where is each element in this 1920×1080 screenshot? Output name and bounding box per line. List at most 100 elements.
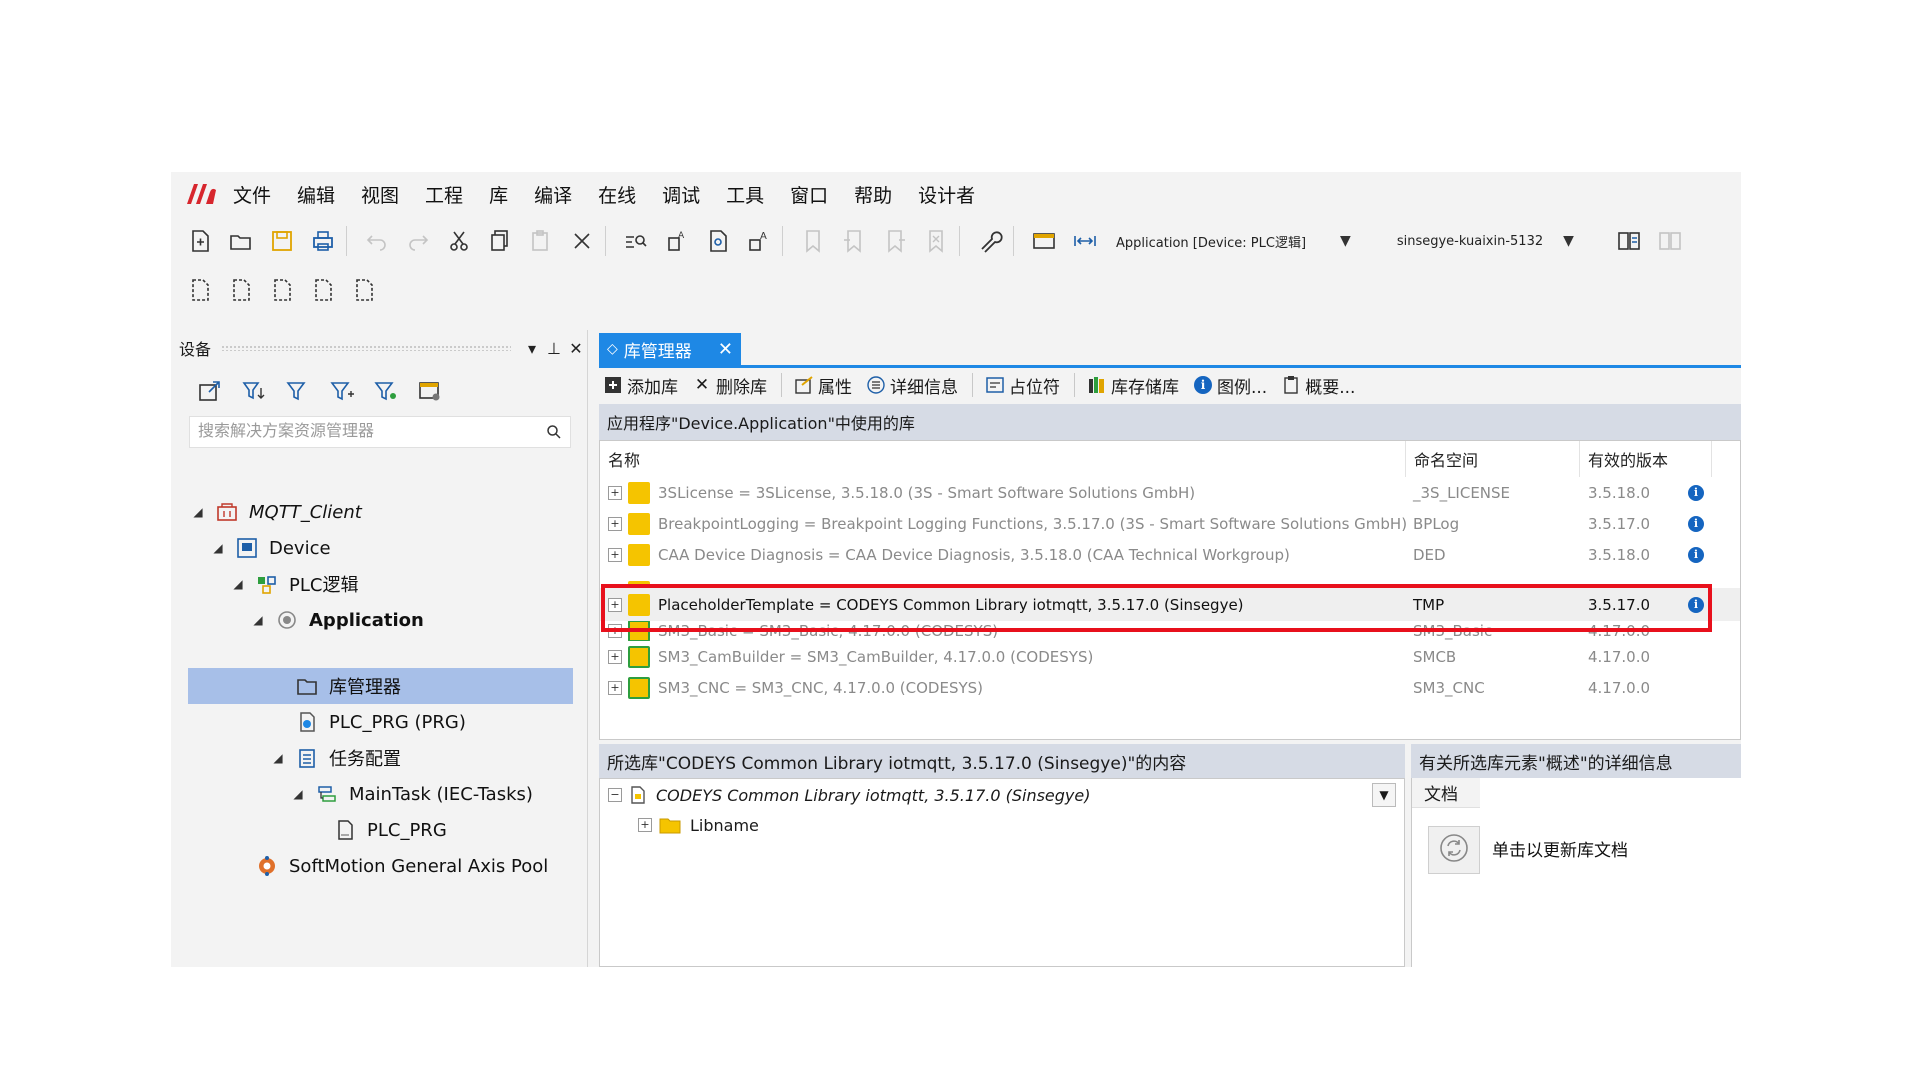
legend-button[interactable]: i 图例... [1193,373,1267,398]
expand-plus-icon[interactable]: + [608,485,622,500]
summary-button[interactable]: 概要... [1281,373,1355,398]
dashed-page-icon[interactable] [347,273,381,307]
tree-node-main-task[interactable]: ◢ MainTask (IEC-Tasks) [289,776,533,812]
menu-project[interactable]: 工程 [425,181,463,208]
menu-library[interactable]: 库 [489,181,508,208]
tree-node-axis-pool[interactable]: SoftMotion General Axis Pool [255,848,548,884]
expand-plus-icon[interactable]: + [608,516,622,531]
settings-window-icon[interactable] [413,374,447,408]
delete-library-button[interactable]: ✕ 删除库 [692,373,767,398]
collapse-arrow-icon[interactable]: ◢ [249,613,267,627]
copy-icon[interactable] [483,224,517,258]
menu-debug[interactable]: 调试 [662,181,700,208]
library-row-3slicense[interactable]: + 3SLicense = 3SLicense, 3.5.18.0 (3S - … [600,477,1740,508]
tree-node-device[interactable]: ◢ Device [209,530,330,566]
filter-green-icon[interactable] [369,374,403,408]
dashed-page-icon[interactable] [265,273,299,307]
tree-node-library-manager[interactable]: 库管理器 [295,668,401,704]
delete-icon[interactable] [565,224,599,258]
tree-node-task-plc-prg[interactable]: PLC_PRG [333,812,447,848]
expand-plus-icon[interactable]: + [638,818,652,832]
tree-node-plc-prg[interactable]: PLC_PRG (PRG) [295,704,466,740]
menu-edit[interactable]: 编辑 [297,181,335,208]
info-icon[interactable]: i [1688,484,1704,501]
tab-documentation[interactable]: 文档 [1412,778,1480,808]
bookmark-prev-icon[interactable] [837,224,871,258]
search-input[interactable] [190,422,538,442]
collapse-arrow-icon[interactable]: ◢ [289,787,307,801]
undo-icon[interactable] [360,224,394,258]
placeholder-button[interactable]: 占位符 [985,373,1060,398]
open-folder-icon[interactable] [224,224,258,258]
filter-icon[interactable] [281,374,315,408]
layout-icon[interactable] [1612,224,1646,258]
expand-plus-icon[interactable]: + [608,649,622,664]
contents-root-node[interactable]: − CODEYS Common Library iotmqtt, 3.5.17.… [608,785,1090,805]
device-selector[interactable]: sinsegye-kuaixin-5132 ▼ [1397,233,1574,249]
collapse-arrow-icon[interactable]: ◢ [229,577,247,591]
tree-node-plc-logic[interactable]: ◢ PLC逻辑 [229,566,358,602]
menu-file[interactable]: 文件 [233,181,271,208]
library-row-breakpointlogging[interactable]: + BreakpointLogging = Breakpoint Logging… [600,508,1740,539]
panel-grip[interactable] [221,345,511,351]
expand-plus-icon[interactable]: + [608,680,622,695]
redo-icon[interactable] [401,224,435,258]
rename-icon[interactable]: A [742,224,776,258]
chevron-down-icon[interactable]: ▼ [1372,783,1396,807]
cut-icon[interactable] [442,224,476,258]
collapse-arrow-icon[interactable]: ◢ [269,751,287,765]
menu-window[interactable]: 窗口 [790,181,828,208]
paste-icon[interactable] [524,224,558,258]
dashed-page-icon[interactable] [224,273,258,307]
bookmark-clear-icon[interactable] [919,224,953,258]
layout-disabled-icon[interactable] [1653,224,1687,258]
column-header-version[interactable]: 有效的版本 [1580,441,1712,477]
search-icon[interactable] [538,424,570,440]
save-icon[interactable] [265,224,299,258]
library-row-sm3-cambuilder[interactable]: + SM3_CamBuilder = SM3_CamBuilder, 4.17.… [600,641,1740,672]
menu-designer[interactable]: 设计者 [918,181,975,208]
tree-node-project[interactable]: ◢ MQTT_Client [189,494,361,530]
new-project-icon[interactable] [183,224,217,258]
tab-library-manager[interactable]: ◇ 库管理器 ✕ [599,333,741,365]
column-header-name[interactable]: 名称 [600,441,1406,477]
add-library-button[interactable]: 添加库 [603,373,678,398]
export-icon[interactable] [193,374,227,408]
filter-sort-icon[interactable] [237,374,271,408]
collapse-arrow-icon[interactable]: ◢ [209,541,227,555]
menu-online[interactable]: 在线 [598,181,636,208]
menu-help[interactable]: 帮助 [854,181,892,208]
active-application-icon[interactable] [1027,224,1061,258]
replace-icon[interactable]: A [660,224,694,258]
tree-node-application[interactable]: ◢ Application [249,602,423,638]
bookmark-next-icon[interactable] [878,224,912,258]
contents-child-node[interactable]: + Libname [638,815,759,835]
dashed-page-icon[interactable] [306,273,340,307]
application-selector[interactable]: Application [Device: PLC逻辑] ▼ [1116,232,1351,251]
menu-view[interactable]: 视图 [361,181,399,208]
library-repository-button[interactable]: 库存储库 [1087,373,1179,398]
wrench-icon[interactable] [973,224,1007,258]
properties-button[interactable]: 属性 [794,373,852,398]
dashed-page-icon[interactable] [183,273,217,307]
info-icon[interactable]: i [1688,546,1704,563]
find-in-project-icon[interactable] [701,224,735,258]
bookmark-icon[interactable] [796,224,830,258]
find-icon[interactable] [619,224,653,258]
filter-add-icon[interactable] [325,374,359,408]
collapse-minus-icon[interactable]: − [608,788,622,802]
print-icon[interactable] [306,224,340,258]
close-icon[interactable]: ✕ [718,339,733,360]
close-icon[interactable]: ✕ [565,339,587,358]
library-row-caa-device-diagnosis[interactable]: + CAA Device Diagnosis = CAA Device Diag… [600,539,1740,570]
collapse-arrow-icon[interactable]: ◢ [189,505,207,519]
details-button[interactable]: 详细信息 [866,373,958,398]
column-header-namespace[interactable]: 命名空间 [1406,441,1580,477]
chevron-down-icon[interactable]: ▾ [521,339,543,358]
library-row-sm3-cnc[interactable]: + SM3_CNC = SM3_CNC, 4.17.0.0 (CODESYS) … [600,672,1740,703]
connect-icon[interactable] [1068,224,1102,258]
expand-plus-icon[interactable]: + [608,547,622,562]
refresh-docs-button[interactable] [1428,826,1480,874]
tree-node-task-config[interactable]: ◢ 任务配置 [269,740,401,776]
menu-tools[interactable]: 工具 [726,181,764,208]
